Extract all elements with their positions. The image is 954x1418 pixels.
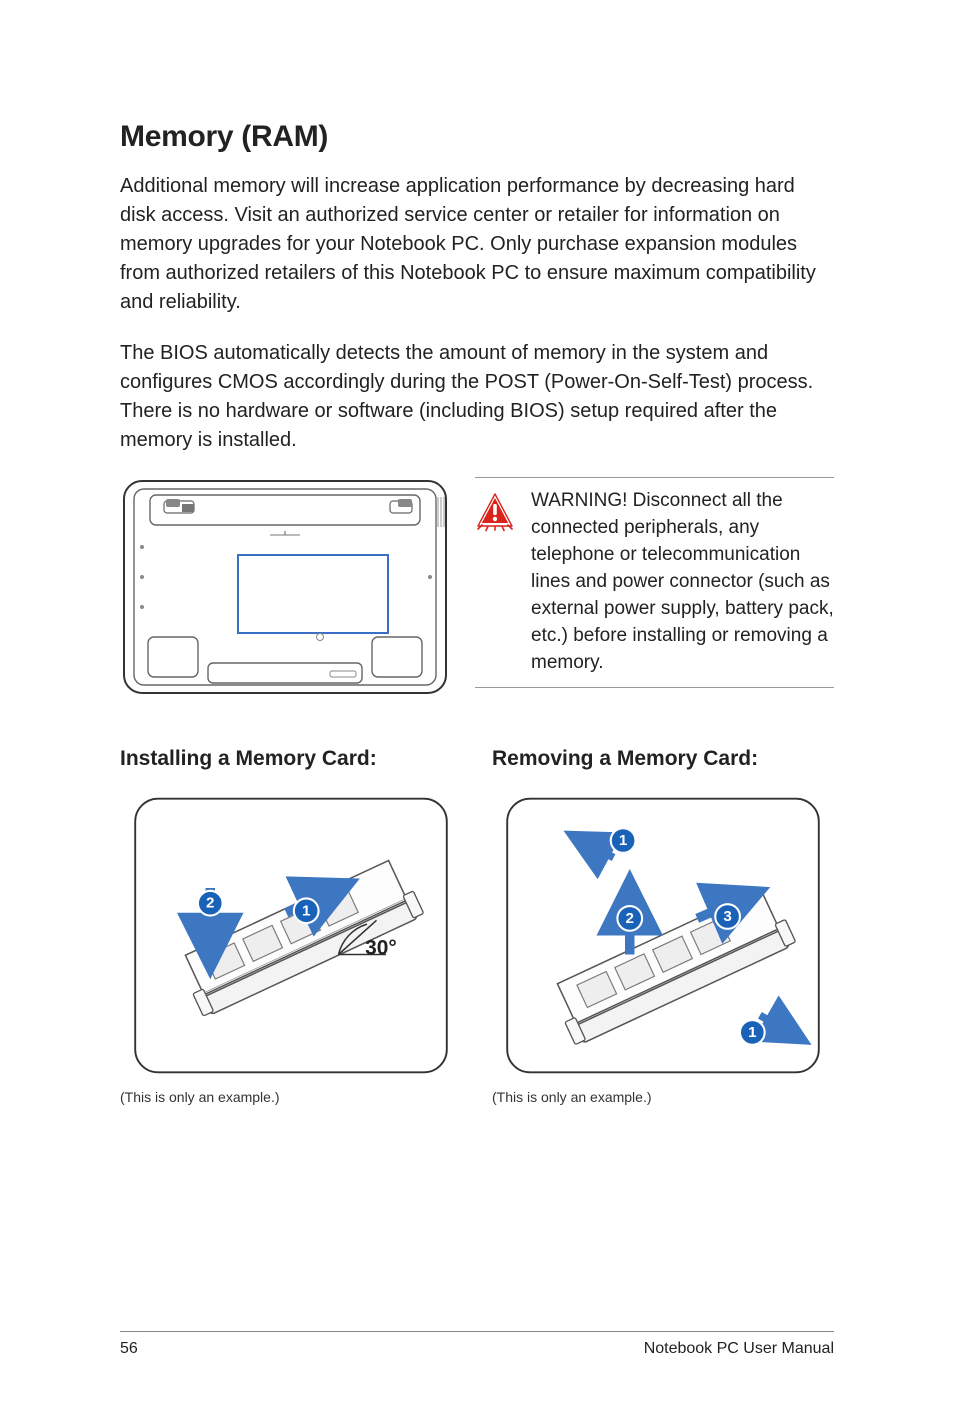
install-example-caption: (This is only an example.) [120, 1089, 462, 1105]
remove-example-caption: (This is only an example.) [492, 1089, 834, 1105]
remove-memory-card-heading: Removing a Memory Card: [492, 747, 834, 771]
svg-text:1: 1 [302, 902, 311, 919]
page-number: 56 [120, 1340, 138, 1358]
memory-intro-paragraph: Additional memory will increase applicat… [120, 172, 834, 317]
remove-step-2-badge: 2 [617, 906, 642, 931]
warning-text: WARNING! Disconnect all the connected pe… [531, 488, 834, 677]
install-step-2-badge: 2 [198, 891, 223, 916]
warning-icon [475, 492, 515, 532]
remove-step-1-badge-bottom: 1 [740, 1020, 765, 1045]
install-memory-card-heading: Installing a Memory Card: [120, 747, 462, 771]
laptop-underside-diagram [120, 477, 450, 697]
memory-ram-section-title: Memory (RAM) [120, 120, 834, 154]
install-step-1-badge: 1 [294, 898, 319, 923]
remove-step-1-badge-top: 1 [611, 828, 636, 853]
svg-text:2: 2 [626, 910, 634, 927]
insertion-angle-label: 30° [365, 937, 397, 960]
svg-text:2: 2 [206, 895, 214, 912]
install-memory-card-diagram: 30° 1 [120, 793, 462, 1078]
svg-text:1: 1 [748, 1024, 757, 1041]
svg-text:3: 3 [723, 908, 731, 925]
svg-text:1: 1 [619, 832, 628, 849]
remove-memory-card-diagram: 1 1 2 [492, 793, 834, 1078]
remove-step-3-badge: 3 [715, 904, 740, 929]
bios-auto-detect-paragraph: The BIOS automatically detects the amoun… [120, 339, 834, 455]
manual-title-footer: Notebook PC User Manual [644, 1340, 834, 1358]
